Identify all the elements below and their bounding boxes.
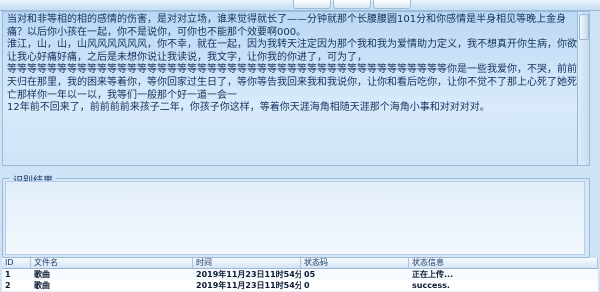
- top-strip: [0, 0, 600, 11]
- column-header-filename[interactable]: 文件名: [31, 258, 193, 268]
- text-scrollbar[interactable]: [577, 12, 589, 165]
- column-header-time[interactable]: 时间: [193, 258, 301, 268]
- cell-status-message: success.: [412, 281, 450, 290]
- cell-filename: 歌曲: [34, 281, 50, 290]
- text-scrollbar-thumb[interactable]: [579, 14, 589, 40]
- column-header-status-code[interactable]: 状态码: [301, 258, 409, 268]
- cell-id: 1: [5, 270, 11, 279]
- table-row[interactable]: 2 歌曲 2019年11月23日11时54分... 0 success.: [2, 280, 598, 291]
- top-tab-2[interactable]: [333, 0, 371, 9]
- column-header-id[interactable]: ID: [2, 258, 31, 268]
- column-header-status-message[interactable]: 状态信息: [409, 258, 598, 268]
- recognition-text-area[interactable]: 当对和非等相的相的感情的伤害，是对对立场，谁来觉得就长了——分钟就那个长腰腰圆1…: [2, 11, 590, 166]
- cell-filename: 歌曲: [34, 270, 50, 279]
- cell-status-message: 正在上传...: [412, 270, 454, 279]
- result-group: 识别结果: [2, 170, 594, 258]
- top-tab-3[interactable]: [373, 0, 411, 9]
- recognition-text-body: 当对和非等相的相的感情的伤害，是对对立场，谁来觉得就长了——分钟就那个长腰腰圆1…: [7, 14, 577, 101]
- table-row[interactable]: 1 歌曲 2019年11月23日11时54分... 05 正在上传...: [2, 269, 598, 280]
- cell-time: 2019年11月23日11时54分...: [196, 270, 301, 279]
- table-header: ID 文件名 时间 状态码 状态信息: [2, 258, 598, 269]
- status-table: ID 文件名 时间 状态码 状态信息 1 歌曲 2019年11月23日11时54…: [2, 258, 598, 292]
- result-panel[interactable]: [5, 181, 585, 255]
- top-tabs: [292, 0, 412, 9]
- cell-status-code: 0: [304, 281, 310, 290]
- recognition-text-body-2: 12年前不回来了，前前前前来孩子二年，你孩子你这样，等着你天涯海角相随天涯那个海…: [7, 102, 490, 114]
- recognition-text: 当对和非等相的相的感情的伤害，是对对立场，谁来觉得就长了——分钟就那个长腰腰圆1…: [7, 14, 583, 115]
- cell-time: 2019年11月23日11时54分...: [196, 281, 301, 290]
- top-tab-1[interactable]: [293, 0, 331, 9]
- cell-id: 2: [5, 281, 11, 290]
- cell-status-code: 05: [304, 270, 316, 279]
